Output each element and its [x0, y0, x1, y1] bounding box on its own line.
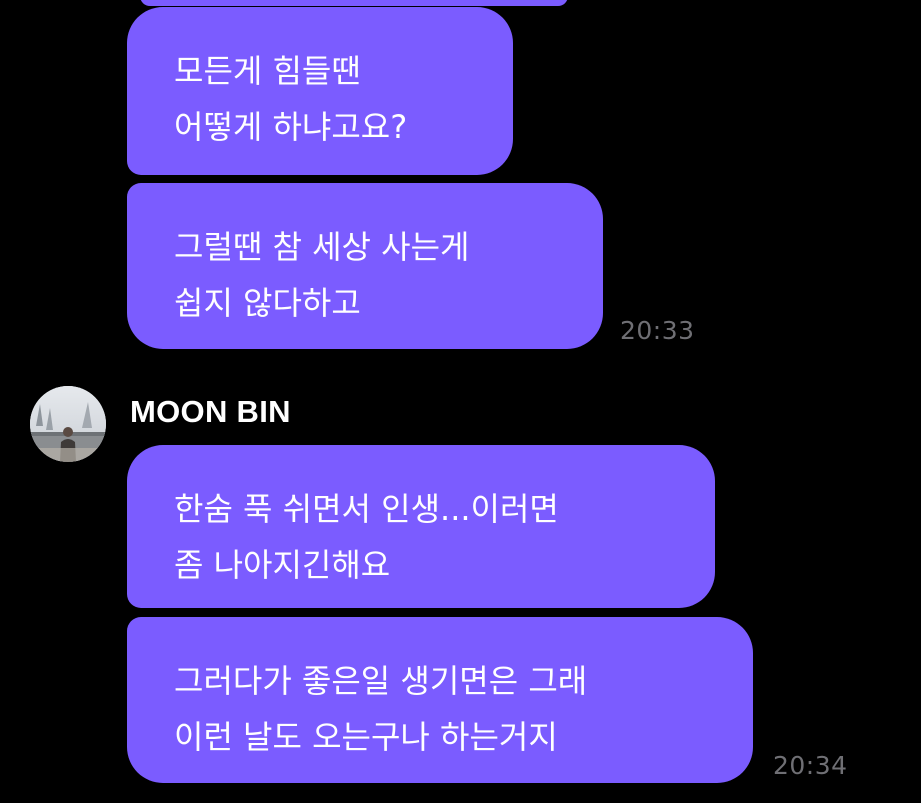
- message-text: 그럴땐 참 세상 사는게: [174, 228, 470, 266]
- message-bubble[interactable]: 그럴땐 참 세상 사는게 쉽지 않다하고: [127, 183, 603, 349]
- message-bubble[interactable]: 그러다가 좋은일 생기면은 그래 이런 날도 오는구나 하는거지: [127, 617, 753, 783]
- message-bubble[interactable]: 모든게 힘들땐 어떻게 하냐고요?: [127, 7, 513, 175]
- message-text: 어떻게 하냐고요?: [174, 108, 408, 146]
- message-text: 그러다가 좋은일 생기면은 그래: [174, 662, 588, 700]
- message-timestamp: 20:33: [620, 316, 695, 345]
- profile-photo-icon: [30, 386, 106, 462]
- message-timestamp: 20:34: [773, 751, 848, 780]
- message-text: 좀 나아지긴해요: [174, 546, 391, 584]
- message-text: 쉽지 않다하고: [174, 284, 361, 322]
- previous-message-bubble-edge: [140, 0, 568, 6]
- message-text: 한숨 푹 쉬면서 인생...이러면: [174, 490, 559, 528]
- sender-avatar[interactable]: [30, 386, 106, 462]
- message-text: 모든게 힘들땐: [174, 52, 361, 90]
- message-bubble[interactable]: 한숨 푹 쉬면서 인생...이러면 좀 나아지긴해요: [127, 445, 715, 608]
- message-text: 이런 날도 오는구나 하는거지: [174, 718, 558, 756]
- sender-name: MOON BIN: [130, 394, 291, 429]
